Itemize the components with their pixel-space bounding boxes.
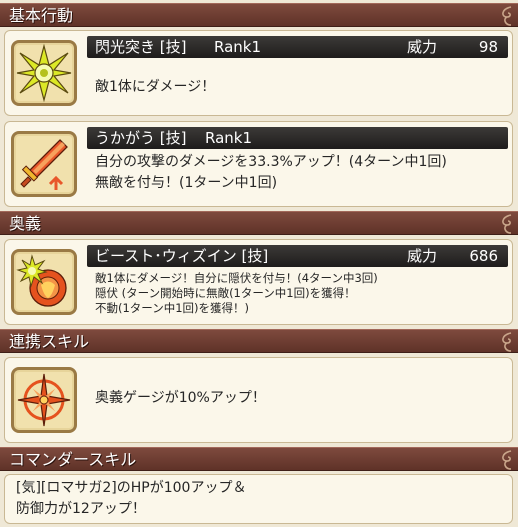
skill-description: 敵1体にダメージ！自分に隠伏を付与！(4ターン中3回) 隠伏 (ターン開始時に無… (95, 271, 378, 315)
skill-icon-frame (11, 40, 77, 106)
burst-star-icon (16, 43, 72, 103)
power-label: 威力 (407, 247, 438, 265)
section-title: 連携スキル (9, 332, 90, 351)
skill-icon-frame (11, 367, 77, 433)
star-shield-icon (16, 254, 67, 307)
sword-up-icon (20, 139, 68, 190)
skill-name-bar: ビースト･ウィズイン [技] 威力 686 (87, 245, 508, 267)
renkei-card[interactable]: 奥義ゲージが10%アップ！ (4, 357, 513, 443)
section-header-renkei: 連携スキル (0, 329, 518, 353)
skill-name: 閃光突き [技] (95, 38, 187, 56)
section-title: コマンダースキル (9, 450, 137, 469)
ornament-curl-icon (502, 450, 512, 470)
ornament-curl-icon (502, 214, 512, 234)
power-label: 威力 (407, 38, 438, 56)
power-value: 686 (469, 247, 498, 265)
skill-description: 自分の攻撃のダメージを33.3%アップ！(4ターン中1回) 無敵を付与！(1ター… (95, 154, 447, 191)
section-title: 基本行動 (9, 6, 74, 25)
skill-icon-frame (11, 249, 77, 315)
ougi-card[interactable]: ビースト･ウィズイン [技] 威力 686 敵1体にダメージ！自分に隠伏を付与！… (4, 239, 513, 325)
section-header-ougi: 奥義 (0, 211, 518, 235)
section-header-basic: 基本行動 (0, 3, 518, 27)
skill-name-bar: 閃光突き [技] Rank1 威力 98 (87, 36, 508, 58)
skill-rank: Rank1 (214, 38, 262, 56)
skill-description: 奥義ゲージが10%アップ！ (95, 390, 266, 406)
commander-description: [気][ロマサガ2]のHPが100アップ＆ 防御力が12アップ！ (16, 480, 247, 517)
ornament-curl-icon (502, 332, 512, 352)
skill-icon-frame (11, 131, 77, 197)
skill-name: うかがう [技] (95, 129, 187, 147)
ornament-curl-icon (502, 6, 512, 26)
skill-card-ukagau[interactable]: うかがう [技] Rank1 自分の攻撃のダメージを33.3%アップ！(4ターン… (4, 121, 513, 207)
skill-card-senkou[interactable]: 閃光突き [技] Rank1 威力 98 敵1体にダメージ！ (4, 30, 513, 116)
skill-name-bar: うかがう [技] Rank1 (87, 127, 508, 149)
skill-rank: Rank1 (205, 129, 253, 147)
section-header-commander: コマンダースキル (0, 447, 518, 471)
commander-card[interactable]: [気][ロマサガ2]のHPが100アップ＆ 防御力が12アップ！ (4, 474, 513, 524)
skill-name: ビースト･ウィズイン [技] (95, 247, 269, 265)
skill-description: 敵1体にダメージ！ (95, 79, 216, 95)
power-value: 98 (478, 38, 498, 56)
compass-star-icon (17, 373, 71, 427)
section-title: 奥義 (9, 214, 42, 233)
